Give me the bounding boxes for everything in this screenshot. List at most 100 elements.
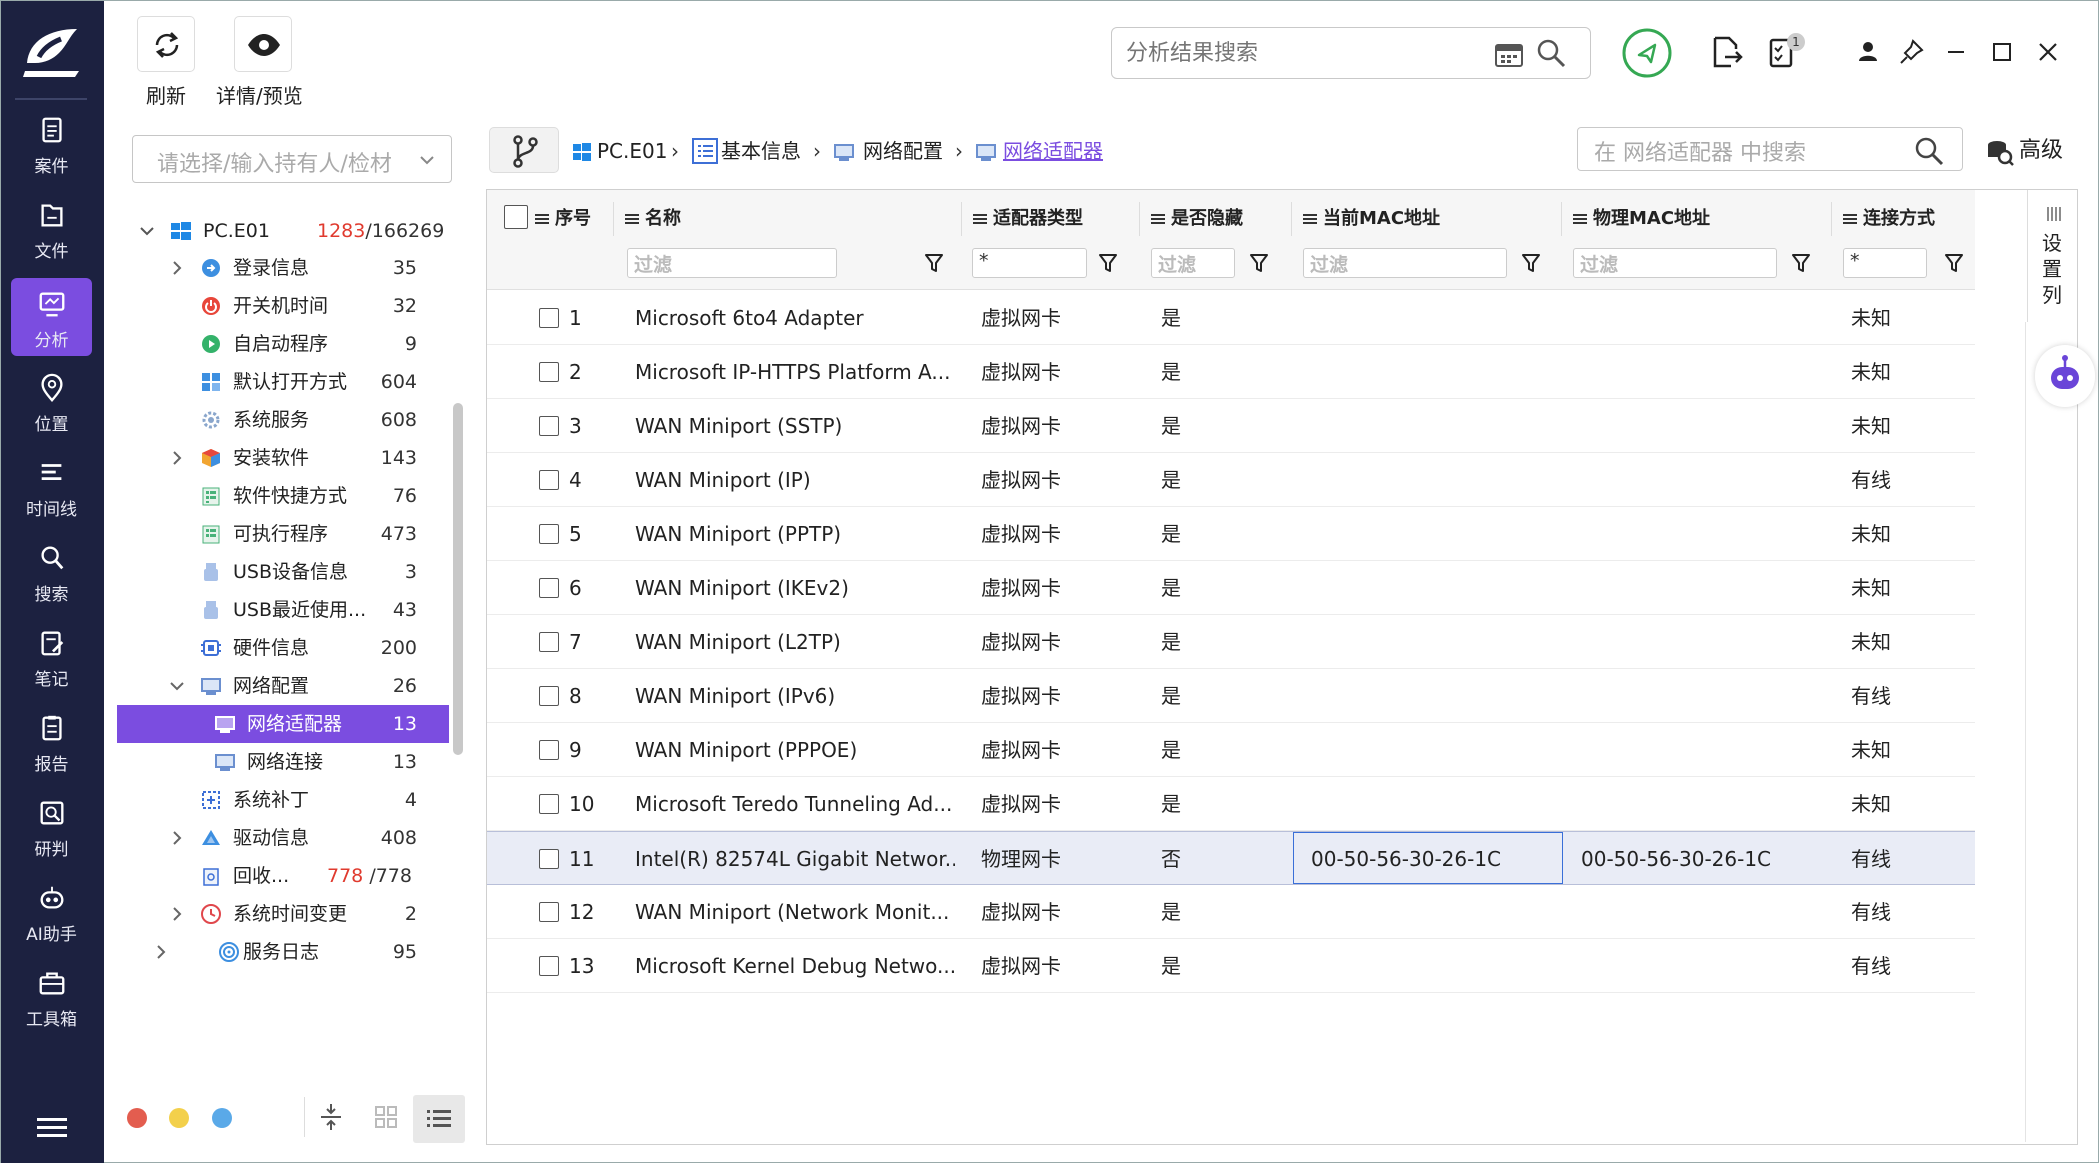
breadcrumb-item-network-config[interactable]: 网络配置	[863, 131, 943, 171]
table-row[interactable]: 7 WAN Miniport (L2TP) 虚拟网卡 是 未知	[487, 615, 1975, 669]
tree-item[interactable]: 回收... 778 /778	[137, 857, 437, 895]
column-filter-input[interactable]: 过滤	[1303, 248, 1507, 278]
column-filter-input[interactable]: 过滤	[627, 248, 837, 278]
row-checkbox[interactable]	[539, 740, 559, 760]
row-checkbox[interactable]	[539, 956, 559, 976]
chevron-right-icon[interactable]	[153, 944, 169, 960]
refresh-button[interactable]	[137, 16, 195, 72]
column-divider[interactable]	[613, 202, 614, 236]
owner-evidence-select[interactable]: 请选择/输入持有人/检材	[132, 135, 452, 183]
tree-item[interactable]: 软件快捷方式 76	[137, 477, 437, 515]
column-filter-input[interactable]: *	[972, 248, 1087, 278]
row-checkbox[interactable]	[539, 470, 559, 490]
row-checkbox[interactable]	[539, 632, 559, 652]
branch-toggle-button[interactable]	[489, 127, 559, 173]
minimize-icon[interactable]	[1939, 35, 1973, 69]
chevron-right-icon[interactable]	[169, 450, 185, 466]
row-checkbox[interactable]	[539, 686, 559, 706]
column-filter-input[interactable]: 过滤	[1573, 248, 1777, 278]
tree-item[interactable]: 系统补丁 4	[137, 781, 437, 819]
tree-item[interactable]: 系统时间变更 2	[137, 895, 437, 933]
row-checkbox[interactable]	[539, 416, 559, 436]
column-divider[interactable]	[1831, 202, 1832, 236]
nav-item-file[interactable]: 文件	[11, 189, 92, 267]
tree-item[interactable]: 网络配置 26	[137, 667, 437, 705]
row-checkbox[interactable]	[539, 308, 559, 328]
filter-funnel-icon[interactable]	[1944, 252, 1964, 274]
tree-item[interactable]: 自启动程序 9	[137, 325, 437, 363]
tree-item[interactable]: 默认打开方式 604	[137, 363, 437, 401]
chevron-right-icon[interactable]	[169, 830, 185, 846]
nav-item-judge[interactable]: 研判	[11, 787, 92, 865]
collapse-all-icon[interactable]	[315, 1101, 347, 1133]
tree-item[interactable]: 驱动信息 408	[137, 819, 437, 857]
yellow-dot-icon[interactable]	[169, 1108, 189, 1128]
tree-item[interactable]: 服务日志 95	[137, 933, 437, 971]
filter-funnel-icon[interactable]	[1249, 252, 1269, 274]
table-row[interactable]: 10 Microsoft Teredo Tunneling Ad... 虚拟网卡 是 未…	[487, 777, 1975, 831]
red-dot-icon[interactable]	[127, 1108, 147, 1128]
header-col-current-mac[interactable]: 当前MAC地址	[1303, 204, 1440, 234]
tree-item[interactable]: USB设备信息 3	[137, 553, 437, 591]
table-row[interactable]: 9 WAN Miniport (PPPOE) 虚拟网卡 是 未知	[487, 723, 1975, 777]
tree-item[interactable]: 系统服务 608	[137, 401, 437, 439]
nav-item-toolbox[interactable]: 工具箱	[11, 957, 92, 1035]
chevron-right-icon[interactable]	[169, 906, 185, 922]
table-row[interactable]: 5 WAN Miniport (PPTP) 虚拟网卡 是 未知	[487, 507, 1975, 561]
column-divider[interactable]	[1139, 202, 1140, 236]
search-icon[interactable]	[1914, 136, 1944, 166]
table-search-box[interactable]: 在 网络适配器 中搜索	[1577, 127, 1963, 171]
hamburger-menu-icon[interactable]	[37, 1117, 67, 1139]
row-checkbox[interactable]	[539, 362, 559, 382]
column-divider[interactable]	[1291, 202, 1292, 236]
nav-item-case[interactable]: 案件	[11, 104, 92, 182]
tree-item[interactable]: 开关机时间 32	[137, 287, 437, 325]
filter-funnel-icon[interactable]	[1791, 252, 1811, 274]
breadcrumb-item-pc[interactable]: PC.E01	[597, 131, 667, 171]
search-icon[interactable]	[1536, 38, 1566, 68]
nav-item-report[interactable]: 报告	[11, 702, 92, 780]
blue-dot-icon[interactable]	[212, 1108, 232, 1128]
tree-root-pc-e01[interactable]: PC.E01 1283/166269	[137, 212, 444, 250]
nav-item-ai-assistant[interactable]: AI助手	[11, 872, 92, 950]
nav-item-note[interactable]: 笔记	[11, 617, 92, 695]
tree-item[interactable]: 可执行程序 473	[137, 515, 437, 553]
header-col-connection[interactable]: 连接方式	[1843, 204, 1935, 234]
table-row[interactable]: 6 WAN Miniport (IKEv2) 虚拟网卡 是 未知	[487, 561, 1975, 615]
row-checkbox[interactable]	[539, 524, 559, 544]
row-checkbox[interactable]	[539, 578, 559, 598]
header-col-name[interactable]: 名称	[625, 204, 681, 234]
table-row[interactable]: 3 WAN Miniport (SSTP) 虚拟网卡 是 未知	[487, 399, 1975, 453]
tree-item[interactable]: 网络连接 13	[137, 743, 437, 781]
header-col-hidden[interactable]: 是否隐藏	[1151, 204, 1243, 234]
nav-item-search[interactable]: 搜索	[11, 532, 92, 610]
nav-item-location[interactable]: 位置	[11, 362, 92, 440]
user-icon[interactable]	[1851, 35, 1885, 69]
analysis-search-box[interactable]	[1111, 27, 1591, 79]
pin-icon[interactable]	[1895, 35, 1929, 69]
select-all-checkbox[interactable]	[504, 205, 528, 229]
calendar-icon[interactable]	[1494, 40, 1524, 68]
chevron-right-icon[interactable]	[169, 260, 185, 276]
row-checkbox[interactable]	[539, 902, 559, 922]
column-divider[interactable]	[961, 202, 962, 236]
header-col-physical-mac[interactable]: 物理MAC地址	[1573, 204, 1710, 234]
breadcrumb-item-basic-info[interactable]: 基本信息	[721, 131, 801, 171]
ai-robot-icon[interactable]	[2035, 345, 2095, 407]
column-settings-button[interactable]: 设置列	[2027, 190, 2079, 322]
detail-preview-button[interactable]	[234, 16, 292, 72]
table-row[interactable]: 1 Microsoft 6to4 Adapter 虚拟网卡 是 未知	[487, 291, 1975, 345]
row-checkbox[interactable]	[539, 794, 559, 814]
filter-funnel-icon[interactable]	[924, 252, 944, 274]
row-checkbox[interactable]	[539, 849, 559, 869]
grid-view-icon[interactable]	[370, 1101, 402, 1133]
table-row[interactable]: 4 WAN Miniport (IP) 虚拟网卡 是 有线	[487, 453, 1975, 507]
analysis-search-input[interactable]	[1126, 36, 1466, 70]
chevron-down-icon[interactable]	[139, 223, 155, 239]
column-filter-input[interactable]: *	[1843, 248, 1927, 278]
tree-item[interactable]: 硬件信息 200	[137, 629, 437, 667]
export-icon[interactable]	[1709, 35, 1743, 69]
column-filter-input[interactable]: 过滤	[1151, 248, 1235, 278]
list-view-button[interactable]	[413, 1095, 465, 1143]
table-row[interactable]: 13 Microsoft Kernel Debug Netwo... 虚拟网卡 是 有线	[487, 939, 1975, 993]
